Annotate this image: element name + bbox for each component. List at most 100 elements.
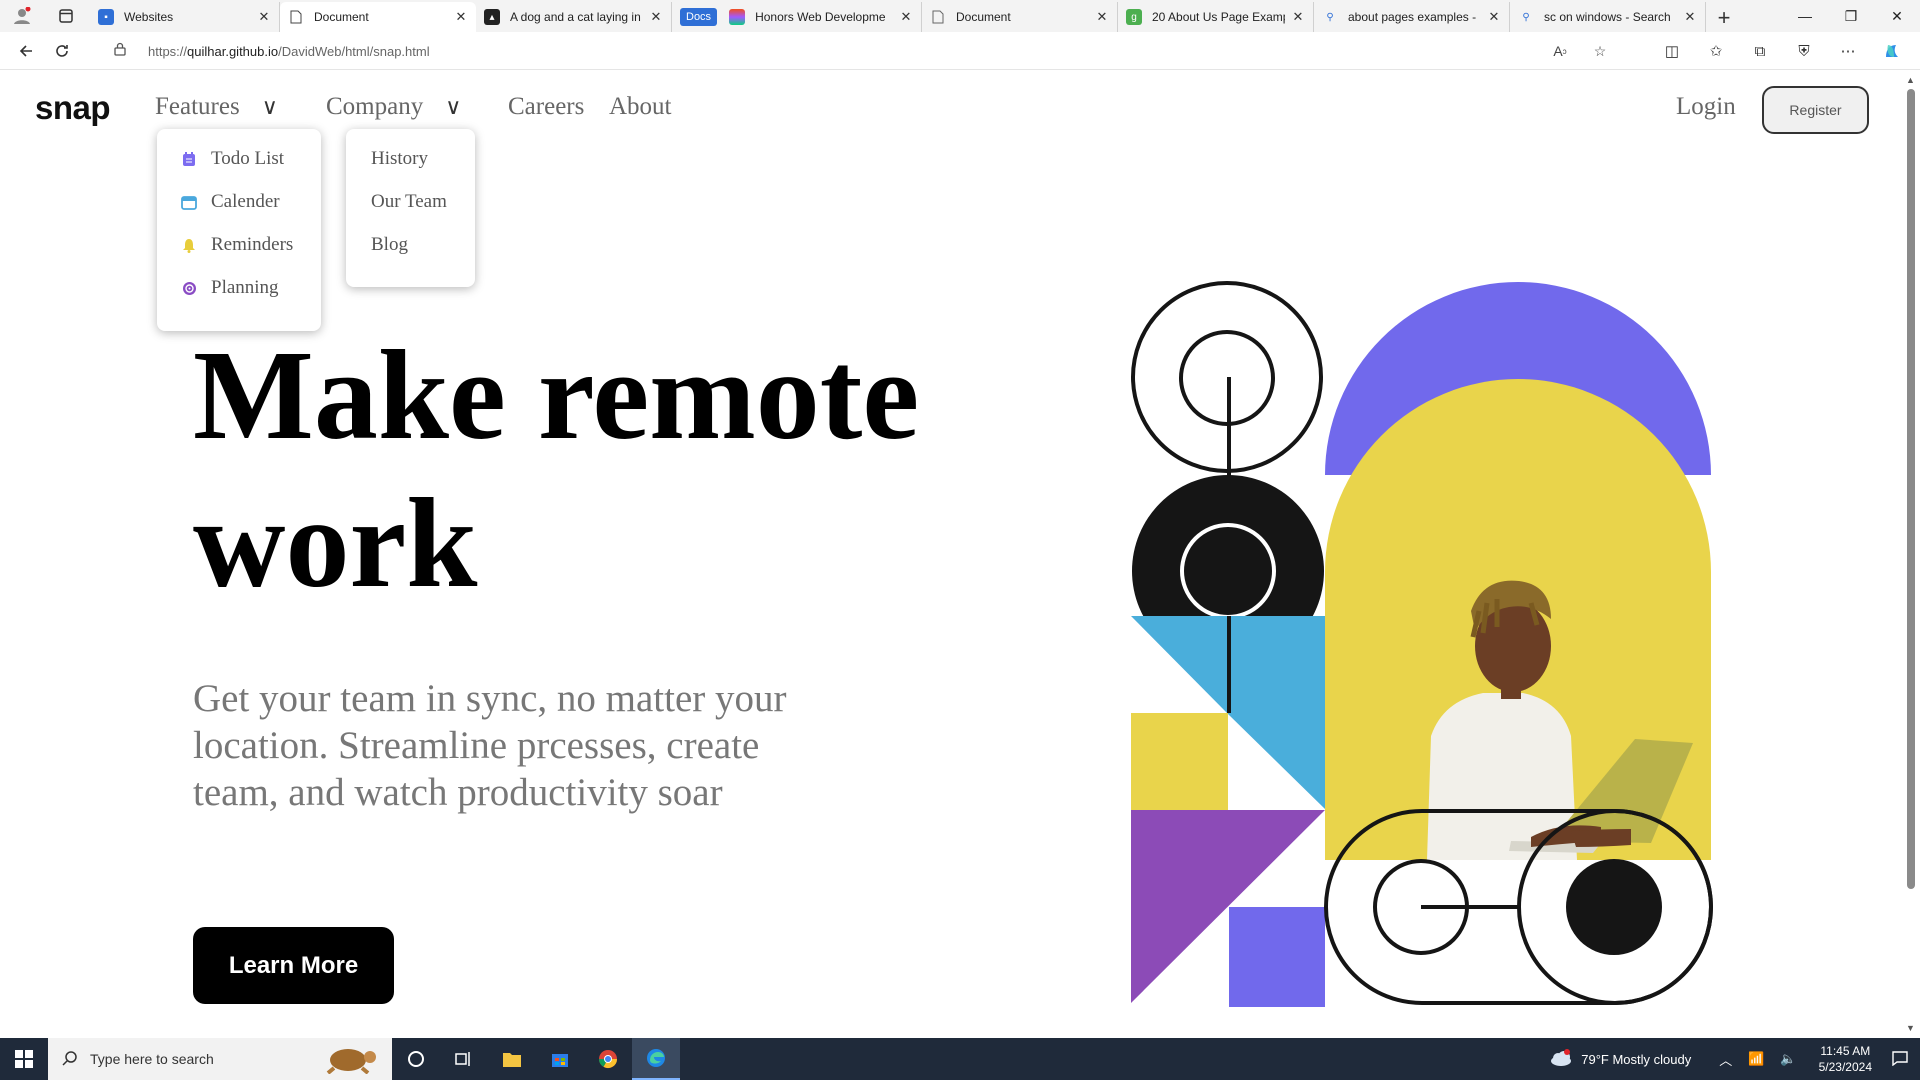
lock-icon[interactable] [114,42,138,61]
notifications-icon[interactable] [1892,1050,1908,1069]
nav-company[interactable]: Company ∨ [326,93,461,121]
menu-item-label: Calender [211,191,280,212]
tab-document-active[interactable]: Document ✕ [280,2,476,32]
windows-start-icon[interactable] [0,1038,48,1080]
close-tab-icon[interactable]: ✕ [454,9,468,25]
nav-about[interactable]: About [609,93,672,121]
tab-about-us-examples[interactable]: g 20 About Us Page Examp ✕ [1118,2,1314,32]
close-tab-icon[interactable]: ✕ [257,9,271,25]
menu-item-todo[interactable]: Todo List [181,148,284,170]
chevron-down-icon: ∨ [445,94,462,119]
learn-more-button[interactable]: Learn More [193,927,394,1004]
browser-toolbar: https://quilhar.github.io/DavidWeb/html/… [0,32,1920,70]
address-bar[interactable]: https://quilhar.github.io/DavidWeb/html/… [100,36,1620,66]
tab-title: sc on windows - Search [1544,10,1671,24]
menu-item-our-team[interactable]: Our Team [371,191,447,213]
websites-favicon-icon: ▪ [98,9,114,25]
network-icon[interactable]: 📶 [1748,1051,1764,1067]
close-tab-icon[interactable]: ✕ [649,9,663,25]
taskbar-search-box[interactable]: Type here to search [48,1038,392,1080]
refresh-icon[interactable] [44,35,80,67]
register-button[interactable]: Register [1762,86,1869,134]
collections-icon[interactable]: ⧉ [1738,35,1782,67]
back-icon[interactable] [8,35,44,67]
close-window-icon[interactable]: ✕ [1874,0,1920,32]
tab-title: Document [956,10,1011,24]
copilot-icon[interactable] [1870,35,1914,67]
menu-item-label: Todo List [211,148,285,169]
page-viewport: snap Features ∨ Company ∨ Careers About … [0,71,1902,1037]
show-hidden-icons-icon[interactable]: ︿ [1719,1050,1732,1069]
tab-dog-cat[interactable]: ▴ A dog and a cat laying in ✕ [476,2,672,32]
close-tab-icon[interactable]: ✕ [1095,9,1109,25]
microsoft-store-icon[interactable] [536,1038,584,1080]
restore-icon[interactable]: ❐ [1828,0,1874,32]
page-scrollbar[interactable]: ▲ ▼ [1902,71,1920,1037]
hero-illustration [1131,281,1713,1007]
volume-icon[interactable]: 🔈 [1780,1051,1796,1067]
tab-about-pages-search[interactable]: ⚲ about pages examples - ✕ [1314,2,1510,32]
clock-time: 11:45 AM [1820,1044,1871,1058]
minimize-icon[interactable]: — [1782,0,1828,32]
close-tab-icon[interactable]: ✕ [1487,9,1501,25]
nav-careers[interactable]: Careers [508,93,584,121]
read-aloud-icon[interactable]: Aↄ [1540,36,1580,66]
edge-icon[interactable] [632,1038,680,1080]
taskbar-search-placeholder: Type here to search [90,1051,214,1067]
login-link[interactable]: Login [1676,93,1736,121]
url-text: https://quilhar.github.io/DavidWeb/html/… [148,43,430,59]
menu-item-calendar[interactable]: Calender [181,191,280,213]
system-clock[interactable]: 11:45 AM 5/23/2024 [1819,1043,1872,1075]
profile-icon[interactable] [8,2,36,30]
close-tab-icon[interactable]: ✕ [1683,9,1697,25]
tab-document[interactable]: Document ✕ [922,2,1118,32]
scrollbar-thumb[interactable] [1907,89,1915,889]
tab-group-badge[interactable]: Docs [680,8,718,26]
blue-triangle-right-shape [1228,616,1325,809]
image-favicon-icon: ▴ [484,9,500,25]
menu-item-label: Planning [211,277,279,298]
file-explorer-icon[interactable] [488,1038,536,1080]
nav-company-label: Company [326,93,424,120]
menu-item-reminders[interactable]: Reminders [181,234,293,256]
close-tab-icon[interactable]: ✕ [899,9,913,25]
tab-actions-icon[interactable] [50,2,82,30]
weather-widget[interactable]: 79°F Mostly cloudy [1549,1048,1692,1070]
extensions-icon[interactable]: ⛨ [1782,35,1826,67]
search-favicon-icon: ⚲ [1522,11,1530,23]
bell-icon [181,237,197,253]
menu-item-blog[interactable]: Blog [371,234,408,256]
chevron-down-icon: ∨ [261,94,278,119]
close-tab-icon[interactable]: ✕ [1291,9,1305,25]
turtle-search-highlight-icon[interactable] [314,1044,382,1077]
tab-honors-web[interactable]: Docs Honors Web Developme ✕ [672,2,922,32]
new-tab-button[interactable]: + [1706,4,1742,32]
weather-text: 79°F Mostly cloudy [1581,1051,1692,1067]
page-favicon-icon [288,9,304,25]
tab-sc-search[interactable]: ⚲ sc on windows - Search ✕ [1510,2,1706,32]
tab-title: Websites [124,10,174,24]
split-screen-icon[interactable]: ◫ [1650,35,1694,67]
chrome-icon[interactable] [584,1038,632,1080]
task-view-icon[interactable] [440,1038,488,1080]
tab-title: 20 About Us Page Examp [1152,10,1285,24]
site-logo[interactable]: snap [35,89,111,127]
search-favicon-icon: ⚲ [1326,11,1334,23]
nav-features-label: Features [155,93,240,120]
favorites-icon[interactable]: ✩ [1694,35,1738,67]
favorite-star-icon[interactable]: ☆ [1580,36,1620,66]
nav-features[interactable]: Features ∨ [155,93,278,121]
cortana-icon[interactable] [392,1038,440,1080]
menu-item-history[interactable]: History [371,148,428,170]
clock-date: 5/23/2024 [1818,1060,1872,1074]
menu-item-planning[interactable]: Planning [181,277,279,299]
more-icon[interactable]: ⋯ [1826,35,1870,67]
yellow-square-shape [1131,713,1228,810]
scroll-up-icon[interactable]: ▲ [1906,75,1915,85]
hero-subtitle: Get your team in sync, no matter your lo… [193,677,787,814]
scroll-down-icon[interactable]: ▼ [1906,1023,1915,1033]
tab-title: about pages examples - [1348,10,1477,24]
purple-square-shape [1229,907,1325,1007]
tab-title: Document [314,10,369,24]
tab-websites[interactable]: ▪ Websites ✕ [90,2,280,32]
